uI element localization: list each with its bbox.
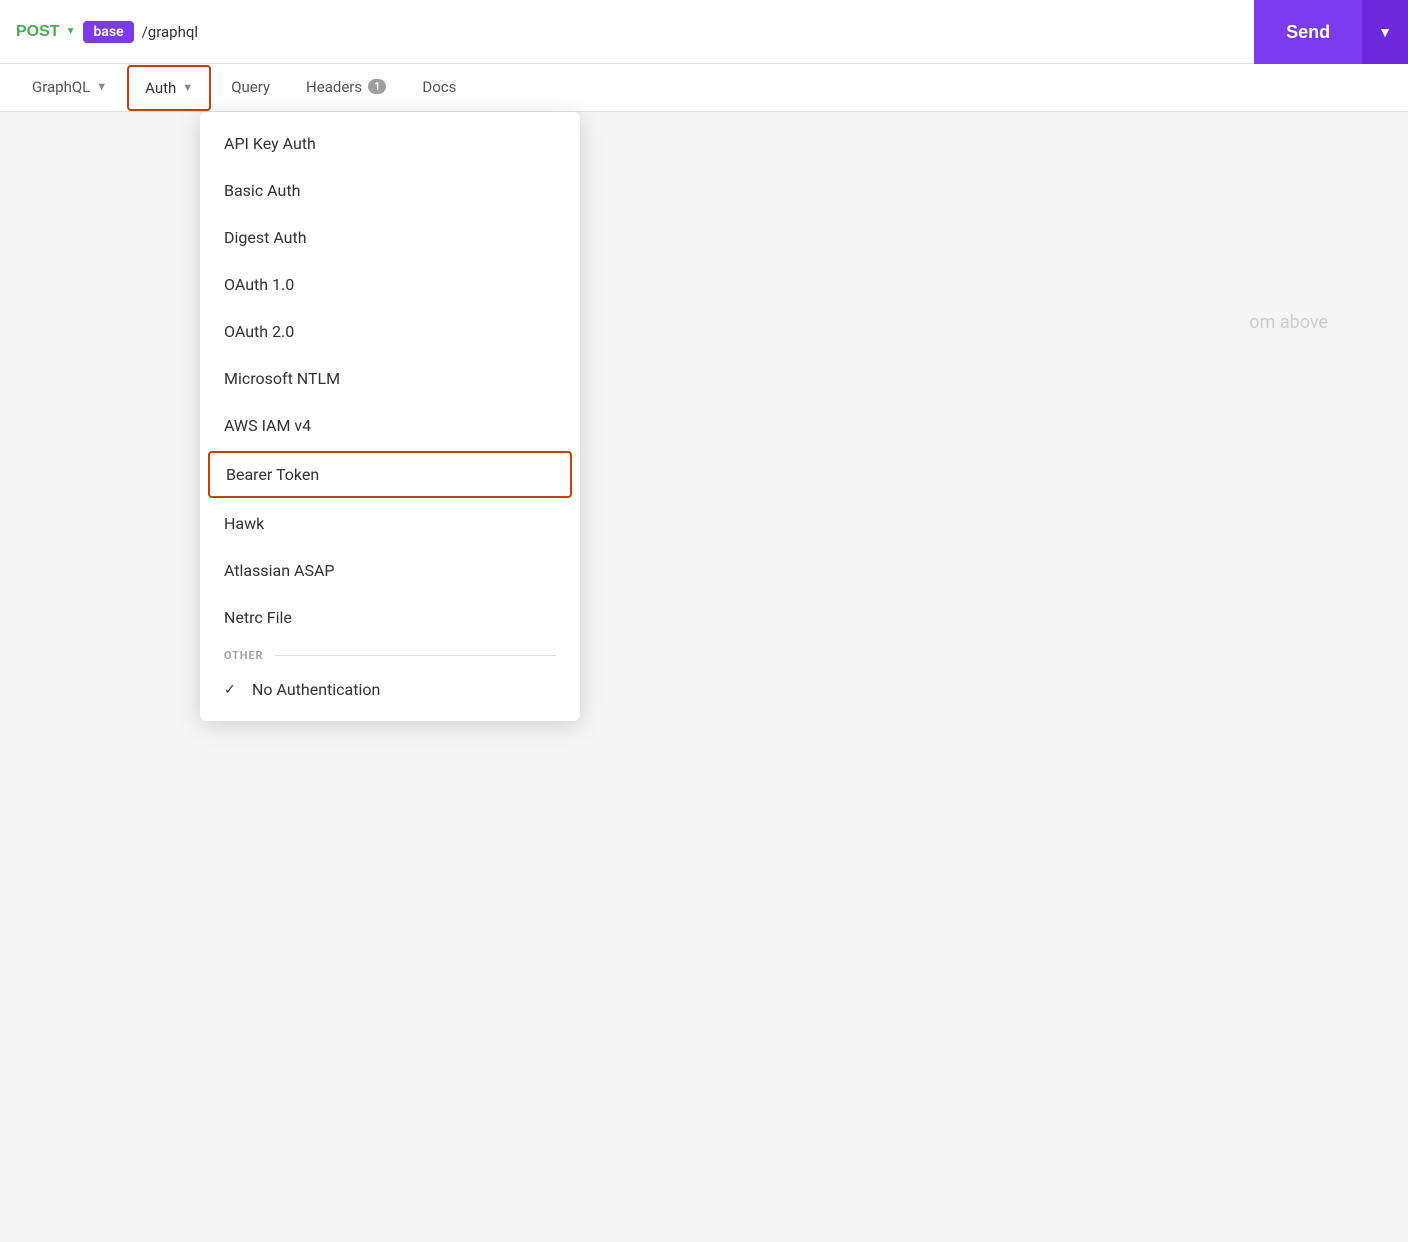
dropdown-item-netrc-file[interactable]: Netrc File [200, 594, 580, 641]
dropdown-item-no-auth[interactable]: ✓ No Authentication [200, 666, 580, 713]
dropdown-item-oauth2-label: OAuth 2.0 [224, 322, 294, 341]
dropdown-item-atlassian-asap-label: Atlassian ASAP [224, 561, 335, 580]
tab-headers[interactable]: Headers 1 [290, 66, 402, 110]
tab-auth-chevron-icon: ▼ [182, 81, 193, 94]
dropdown-item-digest-auth-label: Digest Auth [224, 228, 307, 247]
method-button[interactable]: POST ▼ [16, 23, 75, 41]
tab-bar: GraphQL ▼ Auth ▼ Query Headers 1 Docs [0, 64, 1408, 112]
dropdown-item-api-key-auth-label: API Key Auth [224, 134, 316, 153]
dropdown-item-oauth1-label: OAuth 1.0 [224, 275, 294, 294]
method-label: POST [16, 23, 60, 41]
background-text: om above [1249, 312, 1328, 333]
dropdown-item-basic-auth-label: Basic Auth [224, 181, 300, 200]
tab-graphql-label: GraphQL [32, 78, 90, 96]
dropdown-item-oauth1[interactable]: OAuth 1.0 [200, 261, 580, 308]
url-path[interactable]: /graphql [142, 23, 1392, 41]
send-button-group: Send ▼ [1254, 0, 1408, 64]
base-badge[interactable]: base [83, 21, 133, 43]
dropdown-item-atlassian-asap[interactable]: Atlassian ASAP [200, 547, 580, 594]
no-auth-checkmark-icon: ✓ [224, 682, 240, 698]
tab-auth-label: Auth [145, 79, 176, 97]
main-content: om above API Key Auth Basic Auth Digest … [0, 112, 1408, 1242]
dropdown-item-hawk[interactable]: Hawk [200, 500, 580, 547]
tab-graphql-chevron-icon: ▼ [96, 80, 107, 93]
dropdown-item-hawk-label: Hawk [224, 514, 264, 533]
send-button[interactable]: Send [1254, 0, 1362, 64]
dropdown-item-bearer-token[interactable]: Bearer Token [208, 451, 572, 498]
dropdown-item-aws-iam[interactable]: AWS IAM v4 [200, 402, 580, 449]
dropdown-item-oauth2[interactable]: OAuth 2.0 [200, 308, 580, 355]
tab-docs-label: Docs [422, 78, 456, 96]
dropdown-item-microsoft-ntlm-label: Microsoft NTLM [224, 369, 340, 388]
tab-headers-badge: 1 [368, 79, 386, 94]
dropdown-item-aws-iam-label: AWS IAM v4 [224, 416, 311, 435]
auth-dropdown-menu: API Key Auth Basic Auth Digest Auth OAut… [200, 112, 580, 721]
tab-graphql[interactable]: GraphQL ▼ [16, 66, 123, 110]
dropdown-item-microsoft-ntlm[interactable]: Microsoft NTLM [200, 355, 580, 402]
dropdown-item-api-key-auth[interactable]: API Key Auth [200, 120, 580, 167]
dropdown-item-basic-auth[interactable]: Basic Auth [200, 167, 580, 214]
tab-headers-label: Headers [306, 78, 362, 96]
tab-auth[interactable]: Auth ▼ [127, 65, 211, 111]
dropdown-item-digest-auth[interactable]: Digest Auth [200, 214, 580, 261]
other-section-label: OTHER [200, 641, 580, 666]
tab-query-label: Query [231, 78, 270, 96]
method-chevron-icon: ▼ [66, 26, 76, 37]
dropdown-item-bearer-token-label: Bearer Token [226, 465, 319, 484]
dropdown-item-no-auth-label: No Authentication [252, 680, 380, 699]
send-dropdown-button[interactable]: ▼ [1362, 0, 1408, 64]
tab-docs[interactable]: Docs [406, 66, 472, 110]
url-bar: POST ▼ base /graphql Send ▼ [0, 0, 1408, 64]
tab-query[interactable]: Query [215, 66, 286, 110]
dropdown-item-netrc-file-label: Netrc File [224, 608, 292, 627]
